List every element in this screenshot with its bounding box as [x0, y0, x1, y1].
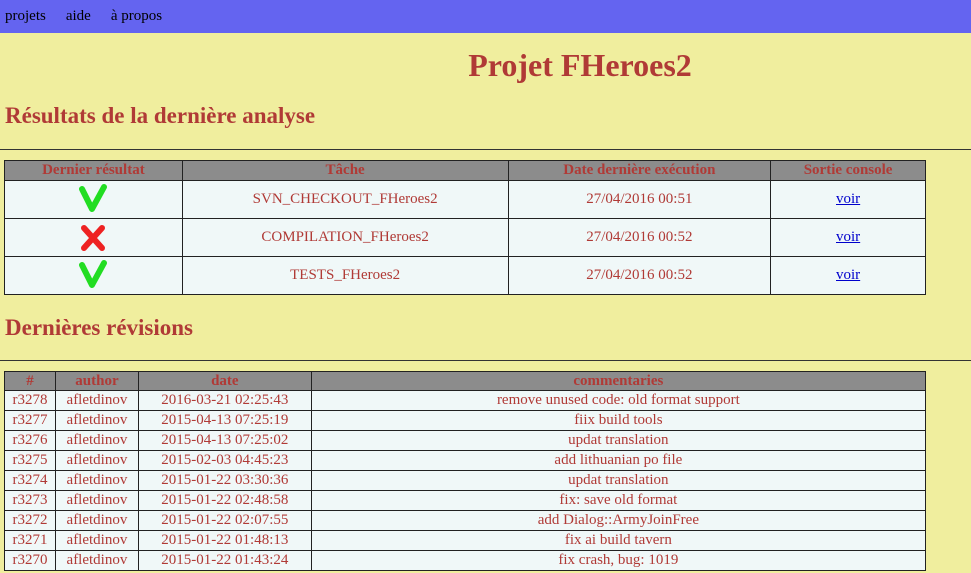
revision-id: r3271 — [4, 530, 56, 551]
revision-date: 2015-04-13 07:25:02 — [137, 430, 312, 451]
revision-date: 2016-03-21 02:25:43 — [137, 390, 312, 411]
revision-row: r3273 afletdinov 2015-01-22 02:48:58 fix… — [4, 490, 927, 511]
revision-row: r3277 afletdinov 2015-04-13 07:25:19 fii… — [4, 410, 927, 431]
revision-author: afletdinov — [54, 470, 139, 491]
col-header-author: author — [54, 371, 139, 391]
revision-date: 2015-01-22 02:07:55 — [137, 510, 312, 531]
col-header-console: Sortie console — [770, 160, 926, 181]
revision-author: afletdinov — [54, 490, 139, 511]
analysis-divider — [0, 149, 971, 150]
revision-author: afletdinov — [54, 530, 139, 551]
revisions-header-row: # author date commentaries — [4, 371, 927, 391]
revision-date: 2015-02-03 04:45:23 — [137, 450, 312, 471]
voir-link[interactable]: voir — [836, 229, 860, 245]
revision-comment: fix crash, bug: 1019 — [310, 550, 927, 571]
analysis-table: Dernier résultat Tâche Date dernière exé… — [4, 160, 926, 295]
revision-row: r3274 afletdinov 2015-01-22 03:30:36 upd… — [4, 470, 927, 491]
revision-row: r3270 afletdinov 2015-01-22 01:43:24 fix… — [4, 550, 927, 571]
revision-author: afletdinov — [54, 430, 139, 451]
col-header-result: Dernier résultat — [4, 160, 183, 181]
col-header-comment: commentaries — [310, 371, 927, 391]
revisions-heading: Dernières révisions — [5, 315, 194, 340]
nav-aide[interactable]: aide — [66, 8, 91, 25]
revision-comment: fiix build tools — [310, 410, 927, 431]
console-cell: voir — [770, 180, 926, 219]
revisions-table: # author date commentaries r3278 afletdi… — [4, 371, 927, 571]
analysis-row: COMPILATION_FHeroes2 27/04/2016 00:52 vo… — [4, 218, 926, 257]
revision-author: afletdinov — [54, 550, 139, 571]
console-cell: voir — [770, 256, 926, 295]
voir-link[interactable]: voir — [836, 267, 860, 283]
page-title: Projet FHeroes2 — [468, 47, 692, 83]
console-cell: voir — [770, 218, 926, 257]
task-cell: SVN_CHECKOUT_FHeroes2 — [181, 180, 509, 219]
revision-row: r3271 afletdinov 2015-01-22 01:48:13 fix… — [4, 530, 927, 551]
revision-author: afletdinov — [54, 510, 139, 531]
revision-comment: updat translation — [310, 470, 927, 491]
revision-comment: add Dialog::ArmyJoinFree — [310, 510, 927, 531]
voir-link[interactable]: voir — [836, 191, 860, 207]
result-cell — [4, 180, 183, 219]
revision-comment: updat translation — [310, 430, 927, 451]
revision-date: 2015-01-22 01:48:13 — [137, 530, 312, 551]
check-icon — [78, 259, 108, 293]
date-cell: 27/04/2016 00:52 — [507, 218, 772, 257]
task-cell: TESTS_FHeroes2 — [181, 256, 509, 295]
revision-id: r3277 — [4, 410, 56, 431]
revision-row: r3278 afletdinov 2016-03-21 02:25:43 rem… — [4, 390, 927, 411]
col-header-date: Date dernière exécution — [507, 160, 772, 181]
date-cell: 27/04/2016 00:52 — [507, 256, 772, 295]
revision-comment: fix: save old format — [310, 490, 927, 511]
revision-author: afletdinov — [54, 450, 139, 471]
col-header-date: date — [137, 371, 312, 391]
revision-date: 2015-01-22 03:30:36 — [137, 470, 312, 491]
col-header-rev: # — [4, 371, 56, 391]
revision-row: r3275 afletdinov 2015-02-03 04:45:23 add… — [4, 450, 927, 471]
date-cell: 27/04/2016 00:51 — [507, 180, 772, 219]
cross-icon — [78, 221, 108, 255]
revision-row: r3276 afletdinov 2015-04-13 07:25:02 upd… — [4, 430, 927, 451]
revision-id: r3278 — [4, 390, 56, 411]
revision-date: 2015-01-22 02:48:58 — [137, 490, 312, 511]
revision-comment: remove unused code: old format support — [310, 390, 927, 411]
revision-comment: fix ai build tavern — [310, 530, 927, 551]
top-nav: projets aide à propos — [0, 0, 971, 33]
revision-id: r3275 — [4, 450, 56, 471]
revision-author: afletdinov — [54, 390, 139, 411]
nav-a-propos[interactable]: à propos — [111, 8, 162, 25]
result-cell — [4, 218, 183, 257]
revision-row: r3272 afletdinov 2015-01-22 02:07:55 add… — [4, 510, 927, 531]
result-cell — [4, 256, 183, 295]
analysis-row: SVN_CHECKOUT_FHeroes2 27/04/2016 00:51 v… — [4, 180, 926, 219]
revision-id: r3274 — [4, 470, 56, 491]
revision-author: afletdinov — [54, 410, 139, 431]
nav-projets[interactable]: projets — [5, 8, 46, 25]
analysis-heading: Résultats de la dernière analyse — [5, 103, 316, 128]
task-cell: COMPILATION_FHeroes2 — [181, 218, 509, 257]
revision-id: r3276 — [4, 430, 56, 451]
revision-date: 2015-04-13 07:25:19 — [137, 410, 312, 431]
revision-id: r3272 — [4, 510, 56, 531]
revision-id: r3273 — [4, 490, 56, 511]
analysis-header-row: Dernier résultat Tâche Date dernière exé… — [4, 160, 926, 181]
analysis-row: TESTS_FHeroes2 27/04/2016 00:52 voir — [4, 256, 926, 295]
revision-id: r3270 — [4, 550, 56, 571]
check-icon — [78, 183, 108, 217]
revision-date: 2015-01-22 01:43:24 — [137, 550, 312, 571]
revisions-divider — [0, 360, 971, 361]
revision-comment: add lithuanian po file — [310, 450, 927, 471]
col-header-task: Tâche — [181, 160, 509, 181]
